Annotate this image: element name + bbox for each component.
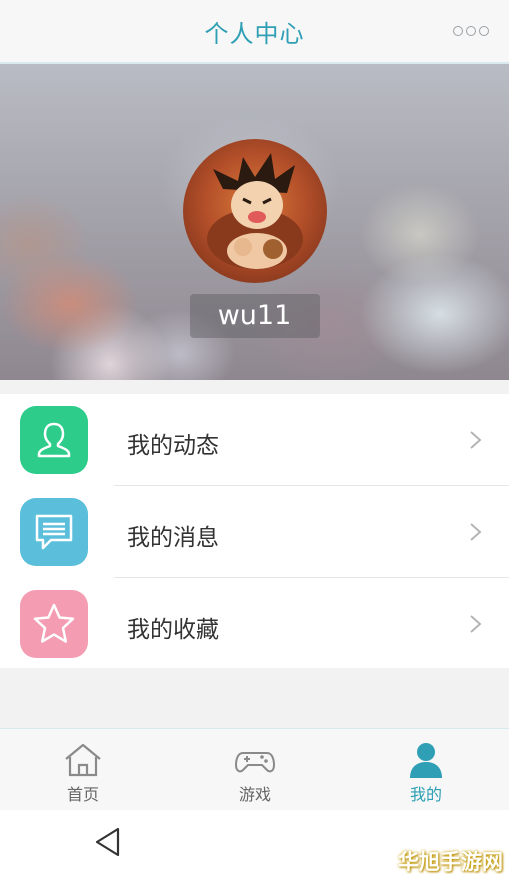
more-dot [453, 26, 463, 36]
menu-item-my-favorites[interactable]: 我的收藏 [0, 578, 509, 670]
watermark: 华旭手游网 [398, 850, 503, 874]
back-triangle-icon[interactable] [93, 826, 123, 858]
menu-item-label: 我的消息 [127, 525, 219, 551]
menu-item-my-activity[interactable]: 我的动态 [0, 394, 509, 486]
star-icon [20, 590, 88, 658]
home-icon [65, 743, 101, 777]
tab-label: 游戏 [238, 785, 271, 804]
avatar-image [207, 153, 303, 269]
more-dot [466, 26, 476, 36]
tab-label: 我的 [409, 785, 442, 804]
bottom-tab-bar: 首页 游戏 我的 [0, 728, 509, 810]
profile-banner: wu11 [0, 64, 509, 380]
chevron-right-icon [470, 615, 482, 633]
message-icon [20, 498, 88, 566]
more-icon[interactable] [453, 22, 493, 40]
more-dot [479, 26, 489, 36]
menu-item-my-messages[interactable]: 我的消息 [0, 486, 509, 578]
avatar[interactable] [183, 139, 327, 283]
menu-item-label: 我的动态 [127, 433, 219, 459]
profile-icon [410, 743, 442, 778]
tab-games[interactable]: 游戏 [195, 729, 315, 811]
username: wu11 [217, 300, 292, 331]
profile-menu: 我的动态 我的消息 我的收藏 [0, 394, 509, 668]
tab-home[interactable]: 首页 [23, 729, 143, 811]
chevron-right-icon [470, 523, 482, 541]
tab-mine[interactable]: 我的 [366, 729, 486, 811]
user-icon [20, 406, 88, 474]
chevron-right-icon [470, 431, 482, 449]
page-title: 个人中心 [204, 20, 305, 48]
app-header: 个人中心 [0, 0, 509, 64]
menu-item-label: 我的收藏 [127, 617, 219, 643]
gamepad-icon [235, 752, 275, 773]
tab-label: 首页 [66, 785, 99, 804]
